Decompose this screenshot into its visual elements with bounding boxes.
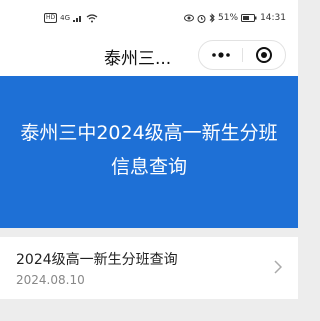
page-title: 泰州三... — [104, 49, 172, 69]
mini-program-close-icon — [256, 47, 272, 63]
more-dots-icon — [211, 52, 230, 58]
bluetooth-icon — [209, 13, 215, 23]
hd-badge: HD — [44, 13, 58, 23]
battery-percent: 51% — [218, 13, 239, 23]
eye-icon — [184, 14, 195, 22]
alarm-icon — [197, 14, 206, 23]
mini-program-capsule — [198, 40, 286, 70]
status-right: 51% 14:31 — [184, 11, 286, 25]
network-type: 4G — [60, 14, 71, 22]
battery-icon — [241, 14, 257, 22]
nav-bar: 泰州三... — [0, 36, 298, 76]
status-bar: HD 4G 51% 14:31 — [0, 0, 298, 36]
list-item[interactable]: 2024级高一新生分班查询 2024.08.10 — [0, 237, 298, 299]
list-item-title: 2024级高一新生分班查询 — [16, 252, 178, 268]
list-item-date: 2024.08.10 — [16, 273, 85, 287]
banner-title: 泰州三中2024级高一新生分班信息查询 — [20, 122, 278, 178]
wifi-icon — [86, 13, 98, 22]
more-button[interactable] — [199, 41, 242, 69]
page-bottom-space — [0, 305, 298, 321]
clock: 14:31 — [260, 13, 286, 23]
signal-icon — [73, 16, 82, 22]
chevron-right-icon — [274, 260, 282, 274]
banner: 泰州三中2024级高一新生分班信息查询 — [0, 76, 298, 228]
close-button[interactable] — [243, 41, 285, 69]
status-left: HD 4G — [44, 11, 98, 25]
